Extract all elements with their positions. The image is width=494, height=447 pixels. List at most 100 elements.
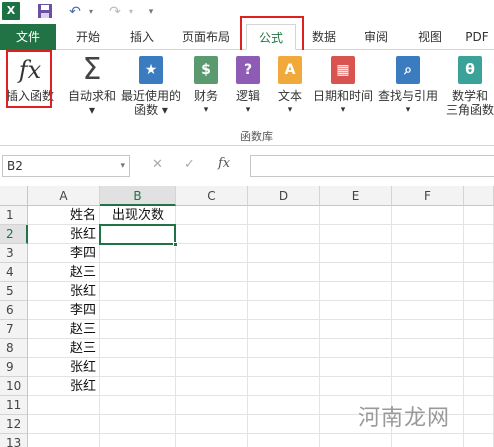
cell-d12[interactable] [248,415,320,434]
cell-a6[interactable]: 李四 [28,301,100,320]
cell-b2[interactable] [99,224,176,245]
row-header-10[interactable]: 10 [0,377,28,396]
cell-d13[interactable] [248,434,320,447]
cell-g7[interactable] [464,320,494,339]
cell-c11[interactable] [176,396,248,415]
tab-pdf[interactable]: PDF [460,24,494,50]
cell-d9[interactable] [248,358,320,377]
column-header-d[interactable]: D [248,186,320,206]
cell-e3[interactable] [320,244,392,263]
cell-b11[interactable] [100,396,176,415]
row-header-7[interactable]: 7 [0,320,28,339]
cell-c6[interactable] [176,301,248,320]
row-header-12[interactable]: 12 [0,415,28,434]
undo-dropdown-icon[interactable]: ▾ [82,3,100,21]
cell-a5[interactable]: 张红 [28,282,100,301]
logical-button[interactable]: ? 逻辑 ▾ [230,54,266,117]
cell-b6[interactable] [100,301,176,320]
cell-e1[interactable] [320,206,392,225]
cell-a2[interactable]: 张红 [28,225,100,244]
cell-e7[interactable] [320,320,392,339]
cell-d11[interactable] [248,396,320,415]
cell-a13[interactable] [28,434,100,447]
cell-a10[interactable]: 张红 [28,377,100,396]
row-header-13[interactable]: 13 [0,434,28,447]
cell-c1[interactable] [176,206,248,225]
cell-f8[interactable] [392,339,464,358]
cell-b13[interactable] [100,434,176,447]
tab-review[interactable]: 审阅 [356,24,396,50]
row-header-6[interactable]: 6 [0,301,28,320]
cell-g10[interactable] [464,377,494,396]
math-trig-button[interactable]: θ 数学和 三角函数 [446,54,494,117]
cell-e8[interactable] [320,339,392,358]
cell-a9[interactable]: 张红 [28,358,100,377]
cell-g13[interactable] [464,434,494,447]
tab-data[interactable]: 数据 [304,24,344,50]
redo-dropdown-icon[interactable]: ▾ [122,3,140,21]
cell-c9[interactable] [176,358,248,377]
column-header-g[interactable] [464,186,494,206]
cell-g9[interactable] [464,358,494,377]
cell-d6[interactable] [248,301,320,320]
text-button[interactable]: A 文本 ▾ [272,54,308,117]
row-header-1[interactable]: 1 [0,206,28,225]
recently-used-button[interactable]: ★ 最近使用的 函数 ▾ [120,54,182,117]
row-header-9[interactable]: 9 [0,358,28,377]
tab-insert[interactable]: 插入 [118,24,166,50]
cell-b7[interactable] [100,320,176,339]
tab-page-layout[interactable]: 页面布局 [174,24,238,50]
cell-g4[interactable] [464,263,494,282]
cell-g8[interactable] [464,339,494,358]
column-header-c[interactable]: C [176,186,248,206]
cell-d1[interactable] [248,206,320,225]
cell-e6[interactable] [320,301,392,320]
row-header-2[interactable]: 2 [0,225,28,244]
cell-f10[interactable] [392,377,464,396]
cell-e2[interactable] [320,225,392,244]
row-header-5[interactable]: 5 [0,282,28,301]
cell-b3[interactable] [100,244,176,263]
cell-g6[interactable] [464,301,494,320]
cell-b8[interactable] [100,339,176,358]
tab-file[interactable]: 文件 [0,24,56,50]
tab-home[interactable]: 开始 [64,24,112,50]
tab-view[interactable]: 视图 [410,24,450,50]
cell-d2[interactable] [248,225,320,244]
cell-g3[interactable] [464,244,494,263]
cell-e9[interactable] [320,358,392,377]
cell-c12[interactable] [176,415,248,434]
cell-e4[interactable] [320,263,392,282]
cell-a7[interactable]: 赵三 [28,320,100,339]
cell-f5[interactable] [392,282,464,301]
cell-b9[interactable] [100,358,176,377]
cell-c2[interactable] [176,225,248,244]
formula-input[interactable] [250,155,494,177]
cell-f6[interactable] [392,301,464,320]
cell-b4[interactable] [100,263,176,282]
cell-c10[interactable] [176,377,248,396]
cell-g11[interactable] [464,396,494,415]
autosum-button[interactable]: Σ 自动求和 ▾ [64,54,120,118]
cell-d5[interactable] [248,282,320,301]
name-box[interactable]: B2 ▾ [2,155,130,177]
cell-d3[interactable] [248,244,320,263]
cell-g5[interactable] [464,282,494,301]
financial-button[interactable]: $ 财务 ▾ [188,54,224,117]
enter-icon[interactable]: ✓ [184,157,195,172]
column-header-e[interactable]: E [320,186,392,206]
cell-e5[interactable] [320,282,392,301]
cell-f1[interactable] [392,206,464,225]
cell-c4[interactable] [176,263,248,282]
cell-e10[interactable] [320,377,392,396]
row-header-4[interactable]: 4 [0,263,28,282]
cell-b10[interactable] [100,377,176,396]
cell-d4[interactable] [248,263,320,282]
select-all-corner[interactable] [0,186,28,206]
cancel-icon[interactable]: ✕ [152,157,163,172]
cell-d10[interactable] [248,377,320,396]
insert-function-fx-icon[interactable]: fx [218,156,230,171]
fill-handle[interactable] [173,242,178,247]
cell-f2[interactable] [392,225,464,244]
cell-c5[interactable] [176,282,248,301]
